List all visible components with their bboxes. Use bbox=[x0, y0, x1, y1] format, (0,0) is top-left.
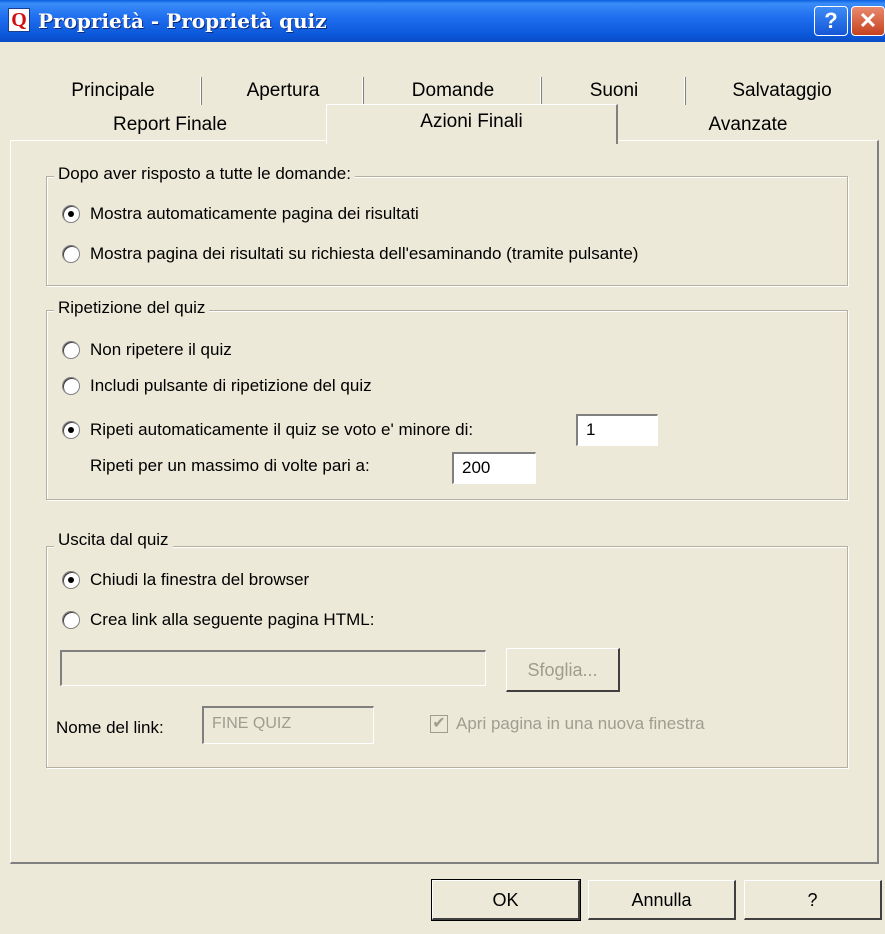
min-score-input[interactable]: 1 bbox=[576, 414, 658, 446]
tab-domande[interactable]: Domande bbox=[364, 74, 542, 108]
repeat-group-legend: Ripetizione del quiz bbox=[54, 298, 210, 318]
tab-label: Domande bbox=[411, 80, 495, 101]
radio-label: Includi pulsante di ripetizione del quiz bbox=[90, 376, 372, 395]
tab-salvataggio[interactable]: Salvataggio bbox=[686, 74, 878, 108]
radio-label: Mostra pagina dei risultati su richiesta… bbox=[90, 244, 639, 263]
tab-report-finale[interactable]: Report Finale bbox=[14, 108, 326, 142]
radio-indicator[interactable] bbox=[62, 377, 80, 395]
help-button[interactable]: ? bbox=[744, 880, 882, 920]
title-bar[interactable]: Q Proprietà - Proprietà quiz ? ✕ bbox=[0, 0, 885, 42]
app-q-icon: Q bbox=[8, 8, 30, 32]
tab-label: Report Finale bbox=[112, 114, 228, 135]
tab-azioni-finali[interactable]: Azioni Finali bbox=[326, 104, 618, 144]
tab-label: Azioni Finali bbox=[420, 111, 523, 132]
radio-indicator[interactable] bbox=[62, 421, 80, 439]
ok-button[interactable]: OK bbox=[431, 879, 581, 921]
radio-label: Mostra automaticamente pagina dei risult… bbox=[90, 204, 419, 223]
tab-avanzate[interactable]: Avanzate bbox=[618, 108, 878, 142]
browse-button[interactable]: Sfoglia... bbox=[506, 648, 620, 692]
max-repeat-input[interactable]: 200 bbox=[452, 452, 536, 484]
properties-dialog: Q Proprietà - Proprietà quiz ? ✕ Princip… bbox=[0, 0, 885, 934]
checkbox-label: Apri pagina in una nuova finestra bbox=[456, 714, 705, 733]
radio-show-results-auto[interactable]: Mostra automaticamente pagina dei risult… bbox=[62, 202, 419, 226]
radio-close-browser[interactable]: Chiudi la finestra del browser bbox=[62, 568, 309, 592]
radio-indicator[interactable] bbox=[62, 245, 80, 263]
tab-apertura[interactable]: Apertura bbox=[202, 74, 364, 108]
link-name-input[interactable]: FINE QUIZ bbox=[202, 706, 374, 744]
radio-repeat-auto[interactable]: Ripeti automaticamente il quiz se voto e… bbox=[62, 418, 473, 442]
link-name-label: Nome del link: bbox=[56, 718, 164, 737]
radio-indicator[interactable] bbox=[62, 205, 80, 223]
help-icon[interactable]: ? bbox=[814, 6, 848, 36]
window-title: Proprietà - Proprietà quiz bbox=[38, 9, 327, 33]
tab-suoni[interactable]: Suoni bbox=[542, 74, 686, 108]
close-icon[interactable]: ✕ bbox=[851, 6, 885, 36]
radio-repeat-button[interactable]: Includi pulsante di ripetizione del quiz bbox=[62, 374, 372, 398]
results-group bbox=[46, 176, 848, 286]
exit-group-legend: Uscita dal quiz bbox=[54, 530, 173, 550]
tab-label: Salvataggio bbox=[732, 80, 832, 101]
radio-label: Non ripetere il quiz bbox=[90, 340, 232, 359]
results-group-legend: Dopo aver risposto a tutte le domande: bbox=[54, 164, 355, 184]
tab-label: Apertura bbox=[246, 80, 320, 101]
radio-indicator[interactable] bbox=[62, 571, 80, 589]
checkmark-icon[interactable]: ✔ bbox=[430, 715, 448, 733]
open-new-window-checkbox[interactable]: ✔ Apri pagina in una nuova finestra bbox=[430, 712, 705, 736]
radio-label: Ripeti automaticamente il quiz se voto e… bbox=[90, 420, 474, 439]
radio-show-results-on-request[interactable]: Mostra pagina dei risultati su richiesta… bbox=[62, 242, 638, 266]
radio-indicator[interactable] bbox=[62, 611, 80, 629]
html-page-input[interactable] bbox=[60, 650, 486, 686]
radio-no-repeat[interactable]: Non ripetere il quiz bbox=[62, 338, 232, 362]
radio-label: Chiudi la finestra del browser bbox=[90, 570, 310, 589]
radio-indicator[interactable] bbox=[62, 341, 80, 359]
tab-label: Principale bbox=[71, 80, 155, 101]
radio-create-link[interactable]: Crea link alla seguente pagina HTML: bbox=[62, 608, 374, 632]
tab-label: Avanzate bbox=[708, 114, 788, 135]
max-repeat-label: Ripeti per un massimo di volte pari a: bbox=[90, 456, 370, 475]
tab-principale[interactable]: Principale bbox=[24, 74, 202, 108]
cancel-button[interactable]: Annulla bbox=[588, 880, 736, 920]
tab-label: Suoni bbox=[589, 80, 639, 101]
radio-label: Crea link alla seguente pagina HTML: bbox=[90, 610, 375, 629]
